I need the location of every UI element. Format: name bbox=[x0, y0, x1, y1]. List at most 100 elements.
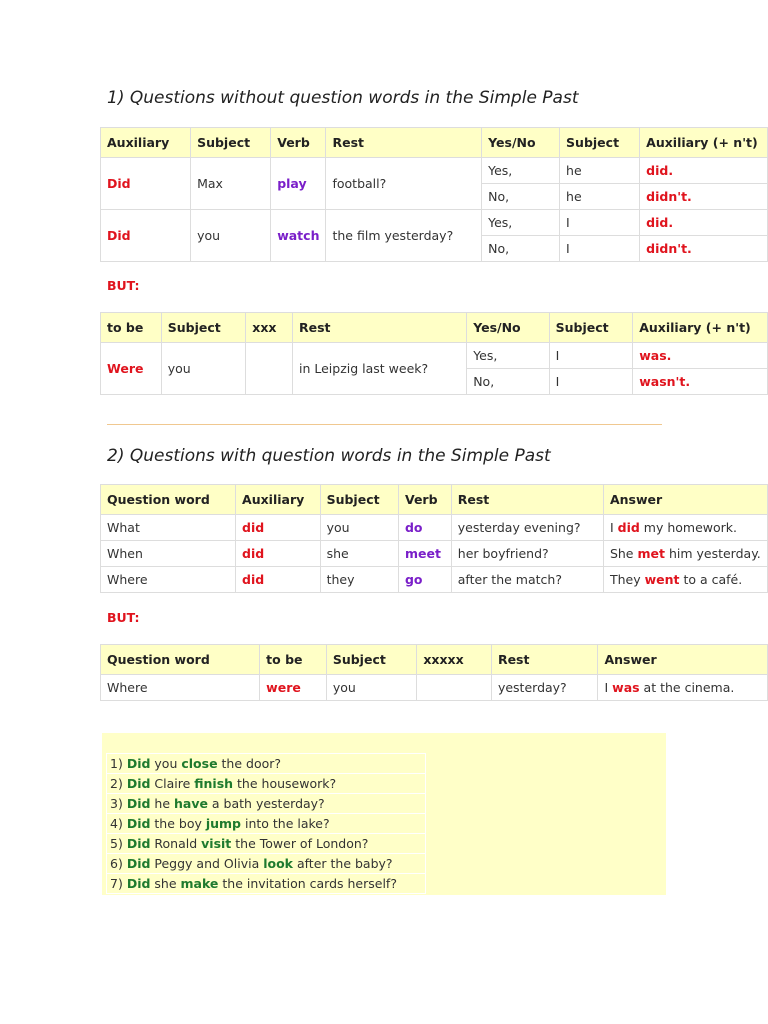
column-header: Rest bbox=[291, 312, 468, 343]
table-cell: Yes, bbox=[481, 209, 561, 236]
text-segment: Did bbox=[126, 856, 151, 871]
column-header: Rest bbox=[325, 127, 483, 158]
table-cell: do bbox=[397, 514, 452, 541]
exercise-item: 5) Did Ronald visit the Tower of London? bbox=[106, 834, 426, 854]
text-segment: to a café. bbox=[679, 572, 743, 587]
text-segment: I bbox=[555, 348, 560, 363]
table-cell: I bbox=[548, 368, 634, 395]
column-header: Auxiliary (+ n't) bbox=[639, 127, 768, 158]
text-segment: Where bbox=[107, 680, 148, 695]
exercise-item: 3) Did he have a bath yesterday? bbox=[106, 794, 426, 814]
table-cell: I bbox=[559, 235, 641, 262]
exercise-item: 1) Did you close the door? bbox=[106, 753, 426, 774]
text-segment: 1) bbox=[110, 756, 127, 771]
text-segment: her boyfriend? bbox=[457, 546, 549, 561]
text-segment: the invitation cards herself? bbox=[218, 876, 397, 891]
table-cell: They went to a café. bbox=[602, 566, 768, 593]
text-segment: didn't. bbox=[646, 189, 692, 204]
text-segment: went bbox=[644, 572, 680, 587]
column-header: Subject bbox=[548, 312, 634, 343]
table-cell: he bbox=[559, 183, 641, 210]
table-cell: in Leipzig last week? bbox=[291, 342, 468, 395]
table-row: Did Max play football? Yes, he did. bbox=[99, 157, 768, 210]
table-cell: Were bbox=[100, 342, 162, 395]
text-segment: Did bbox=[126, 756, 151, 771]
text-segment: finish bbox=[194, 776, 234, 791]
text-segment: at the cinema. bbox=[639, 680, 735, 695]
text-segment: look bbox=[263, 856, 293, 871]
text-segment: jump bbox=[205, 816, 241, 831]
header-row: Question word to be Subject xxxxx Rest Answer bbox=[99, 644, 768, 675]
text-segment: Ronald bbox=[150, 836, 202, 851]
table-cell: I did my homework. bbox=[602, 514, 768, 541]
column-header: Answer bbox=[597, 644, 768, 675]
text-segment: Peggy and Olivia bbox=[150, 856, 264, 871]
column-header: to be bbox=[100, 312, 162, 343]
section-divider bbox=[107, 424, 662, 425]
text-segment: did bbox=[617, 520, 640, 535]
text-segment: the boy bbox=[150, 816, 206, 831]
column-header: Subject bbox=[160, 312, 247, 343]
text-segment: were bbox=[266, 680, 301, 695]
text-segment: 6) bbox=[110, 856, 127, 871]
text-segment: do bbox=[404, 520, 423, 535]
text-segment: Did bbox=[126, 796, 151, 811]
yes-no-questions-table: Auxiliary Subject Verb Rest Yes/No Subject Aux… bbox=[99, 127, 768, 262]
table-cell: yesterday? bbox=[490, 674, 599, 701]
table-row: When did she meet her boyfriend? She met him … bbox=[99, 540, 768, 567]
table-cell: play bbox=[270, 157, 327, 210]
text-segment: was. bbox=[639, 348, 672, 363]
text-segment: met bbox=[637, 546, 665, 561]
column-header: Yes/No bbox=[481, 127, 561, 158]
table-cell: after the match? bbox=[450, 566, 604, 593]
column-header: Auxiliary bbox=[235, 484, 321, 515]
table-cell: Did bbox=[99, 157, 192, 210]
table-cell: No, bbox=[466, 368, 550, 395]
table-cell: Yes, bbox=[466, 342, 550, 369]
table-cell: did bbox=[235, 514, 321, 541]
text-segment: 5) bbox=[110, 836, 127, 851]
table-cell: you bbox=[160, 342, 247, 395]
table-cell: She met him yesterday. bbox=[602, 540, 768, 567]
column-header: Rest bbox=[490, 644, 599, 675]
text-segment: I bbox=[609, 520, 618, 535]
text-segment: She bbox=[609, 546, 638, 561]
text-segment: the film yesterday? bbox=[332, 228, 454, 243]
table-cell: you bbox=[319, 514, 399, 541]
text-segment: Did bbox=[107, 176, 131, 191]
text-segment: I bbox=[555, 374, 560, 389]
table-cell: Did bbox=[99, 209, 192, 262]
column-header: Question word bbox=[99, 644, 261, 675]
table-cell: wasn't. bbox=[632, 368, 768, 395]
column-header: Rest bbox=[450, 484, 604, 515]
text-segment: my homework. bbox=[639, 520, 737, 535]
table-cell: yesterday evening? bbox=[450, 514, 604, 541]
text-segment: you bbox=[332, 680, 356, 695]
text-segment: he bbox=[566, 189, 582, 204]
column-header: Subject bbox=[559, 127, 641, 158]
text-segment: I bbox=[566, 215, 570, 230]
table-cell: I bbox=[548, 342, 634, 369]
text-segment: into the lake? bbox=[241, 816, 330, 831]
text-segment: the housework? bbox=[233, 776, 337, 791]
table-cell: you bbox=[190, 209, 272, 262]
exercise-item: 4) Did the boy jump into the lake? bbox=[106, 814, 426, 834]
text-segment: close bbox=[181, 756, 218, 771]
but-label: BUT: bbox=[107, 610, 140, 625]
text-segment: make bbox=[180, 876, 219, 891]
text-segment: he bbox=[150, 796, 174, 811]
table-cell bbox=[416, 674, 492, 701]
text-segment: What bbox=[107, 520, 140, 535]
table-row: Were you in Leipzig last week? Yes, Iwas. bbox=[100, 342, 768, 395]
text-segment: 3) bbox=[110, 796, 127, 811]
text-segment: did bbox=[242, 546, 265, 561]
column-header: Subject bbox=[325, 644, 418, 675]
text-segment: didn't. bbox=[646, 241, 692, 256]
column-header: Subject bbox=[190, 127, 272, 158]
text-segment: Did bbox=[126, 816, 151, 831]
table-cell: her boyfriend? bbox=[450, 540, 604, 567]
text-segment: No, bbox=[488, 189, 510, 204]
text-segment: Did bbox=[126, 776, 151, 791]
table-cell: meet bbox=[397, 540, 452, 567]
exercise-item: 2) Did Claire finish the housework? bbox=[106, 774, 426, 794]
